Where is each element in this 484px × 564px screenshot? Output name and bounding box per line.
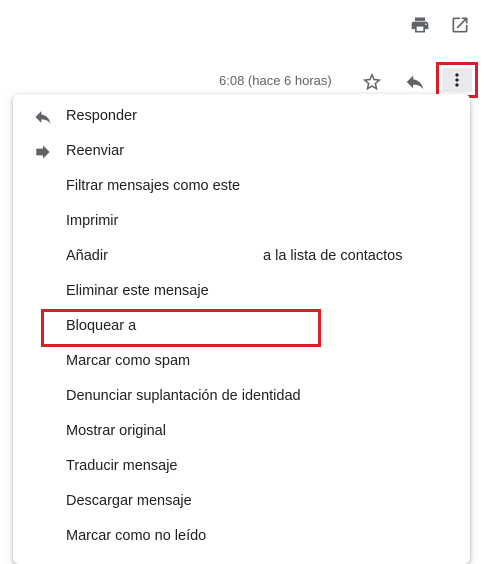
reply-icon	[35, 111, 51, 124]
menu-item-eliminar-mensaje[interactable]: Eliminar este mensaje	[13, 274, 470, 309]
more-options-button[interactable]	[442, 68, 472, 92]
menu-item-marcar-spam[interactable]: Marcar como spam	[13, 344, 470, 379]
reply-button[interactable]	[403, 70, 427, 94]
menu-item-label: Añadir	[66, 248, 108, 264]
menu-item-label: Imprimir	[66, 213, 119, 229]
menu-item-label: Mostrar original	[66, 423, 166, 439]
menu-item-label: Traducir mensaje	[66, 458, 178, 474]
bloquear-highlight	[41, 309, 321, 347]
reply-icon	[406, 75, 424, 90]
menu-item-label: Marcar como spam	[66, 353, 191, 369]
menu-item-traducir-mensaje[interactable]: Traducir mensaje	[13, 449, 470, 484]
forward-icon	[36, 145, 50, 159]
menu-item-label-suffix: a la lista de contactos	[263, 248, 403, 264]
menu-item-descargar-mensaje[interactable]: Descargar mensaje	[13, 484, 470, 519]
print-button[interactable]	[408, 13, 432, 37]
message-timestamp: 6:08 (hace 6 horas)	[219, 73, 332, 88]
menu-item-filtrar-mensajes[interactable]: Filtrar mensajes como este	[13, 169, 470, 204]
menu-item-label: Denunciar suplantación de identidad	[66, 388, 301, 404]
menu-item-label: Filtrar mensajes como este	[66, 178, 241, 194]
menu-item-label: Eliminar este mensaje	[66, 283, 209, 299]
open-in-new-window-icon	[452, 17, 468, 33]
menu-item-label: Marcar como no leído	[66, 528, 207, 544]
menu-item-responder[interactable]: Responder	[13, 99, 470, 134]
menu-item-imprimir[interactable]: Imprimir	[13, 204, 470, 239]
menu-item-label: Descargar mensaje	[66, 493, 192, 509]
gmail-message-view: 6:08 (hace 6 horas) Responder Reenviar F…	[0, 0, 484, 564]
star-outline-icon	[362, 72, 382, 91]
open-in-new-window-button[interactable]	[448, 13, 472, 37]
menu-item-label: Reenviar	[66, 143, 125, 159]
more-options-highlight	[436, 62, 478, 98]
menu-item-mostrar-original[interactable]: Mostrar original	[13, 414, 470, 449]
more-vertical-icon	[455, 73, 459, 87]
menu-item-reenviar[interactable]: Reenviar	[13, 134, 470, 169]
star-button[interactable]	[360, 70, 384, 94]
menu-item-marcar-no-leido[interactable]: Marcar como no leído	[13, 519, 470, 554]
menu-item-denunciar-suplantacion[interactable]: Denunciar suplantación de identidad	[13, 379, 470, 414]
menu-item-label: Responder	[66, 108, 137, 124]
menu-item-anadir-contacto[interactable]: Añadir a la lista de contactos	[13, 239, 470, 274]
print-icon	[411, 17, 429, 33]
